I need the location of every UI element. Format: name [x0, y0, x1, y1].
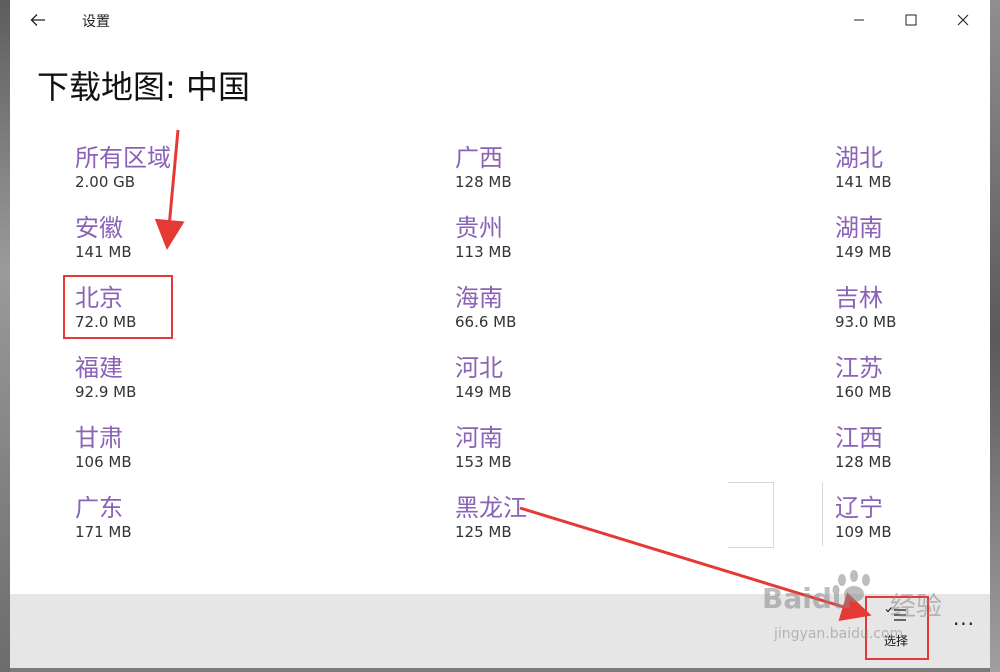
region-size: 113 MB: [455, 243, 512, 261]
region-name: 广东: [75, 494, 123, 522]
region-name: 海南: [455, 284, 503, 312]
region-item-jiangsu[interactable]: 江苏 160 MB: [835, 348, 975, 416]
region-name: 河南: [455, 424, 503, 452]
region-size: 160 MB: [835, 383, 892, 401]
region-name: 湖南: [835, 214, 883, 242]
watermark-url: jingyan.baidu.com: [774, 626, 904, 642]
region-size: 149 MB: [455, 383, 512, 401]
region-name: 吉林: [835, 284, 883, 312]
title-bar: 设置: [10, 0, 990, 40]
region-name: 广西: [455, 144, 503, 172]
focus-outline-remnant: [822, 482, 833, 546]
region-name: 福建: [75, 354, 123, 382]
region-name: 黑龙江: [455, 494, 527, 522]
region-size: 93.0 MB: [835, 313, 897, 331]
minimize-icon: [854, 19, 864, 21]
back-button[interactable]: [18, 0, 58, 40]
region-size: 153 MB: [455, 453, 512, 471]
desktop-background-right: [990, 0, 1000, 672]
region-size: 128 MB: [835, 453, 892, 471]
watermark-brand-cn: 经验: [890, 592, 943, 622]
region-item-hubei[interactable]: 湖北 141 MB: [835, 138, 975, 206]
settings-window: 设置 下载地图: 中国 所有区域 2.00 GB 安徽 141 MB 北京 72…: [10, 0, 990, 668]
minimize-button[interactable]: [836, 0, 882, 40]
region-item-heilongjiang[interactable]: 黑龙江 125 MB: [455, 488, 695, 556]
maximize-icon: [905, 14, 917, 26]
region-size: 128 MB: [455, 173, 512, 191]
close-button[interactable]: [940, 0, 986, 40]
region-size: 66.6 MB: [455, 313, 517, 331]
region-size: 125 MB: [455, 523, 512, 541]
region-item-gansu[interactable]: 甘肃 106 MB: [75, 418, 315, 486]
region-item-hunan[interactable]: 湖南 149 MB: [835, 208, 975, 276]
region-size: 2.00 GB: [75, 173, 136, 191]
close-icon: [957, 14, 969, 26]
region-name: 江苏: [835, 354, 883, 382]
region-size: 92.9 MB: [75, 383, 137, 401]
maximize-button[interactable]: [888, 0, 934, 40]
region-item-liaoning[interactable]: 辽宁 109 MB: [835, 488, 975, 556]
region-item-guangdong[interactable]: 广东 171 MB: [75, 488, 315, 556]
region-size: 141 MB: [75, 243, 132, 261]
annotation-highlight-beijing: [63, 275, 173, 339]
region-size: 149 MB: [835, 243, 892, 261]
region-size: 109 MB: [835, 523, 892, 541]
focus-outline-remnant: [728, 482, 774, 548]
region-name: 甘肃: [75, 424, 123, 452]
region-name: 安徽: [75, 214, 123, 242]
region-item-anhui[interactable]: 安徽 141 MB: [75, 208, 315, 276]
region-name: 辽宁: [835, 494, 883, 522]
region-name: 河北: [455, 354, 503, 382]
region-size: 106 MB: [75, 453, 132, 471]
desktop-background-left: [0, 0, 10, 672]
app-title: 设置: [82, 14, 110, 30]
region-size: 141 MB: [835, 173, 892, 191]
watermark-brand: Baidu: [762, 582, 852, 615]
page-title: 下载地图: 中国: [37, 68, 250, 106]
region-item-henan[interactable]: 河南 153 MB: [455, 418, 695, 486]
region-name: 江西: [835, 424, 883, 452]
region-item-guizhou[interactable]: 贵州 113 MB: [455, 208, 695, 276]
region-item-jiangxi[interactable]: 江西 128 MB: [835, 418, 975, 486]
region-name: 湖北: [835, 144, 883, 172]
region-item-hainan[interactable]: 海南 66.6 MB: [455, 278, 695, 346]
region-item-fujian[interactable]: 福建 92.9 MB: [75, 348, 315, 416]
region-name: 贵州: [455, 214, 503, 242]
region-item-guangxi[interactable]: 广西 128 MB: [455, 138, 695, 206]
baidu-jingyan-watermark: Baidu 经验 jingyan.baidu.com: [762, 560, 962, 660]
region-size: 171 MB: [75, 523, 132, 541]
region-name: 所有区域: [75, 144, 171, 172]
region-item-all[interactable]: 所有区域 2.00 GB: [75, 138, 315, 206]
back-arrow-icon: [30, 14, 45, 26]
region-item-hebei[interactable]: 河北 149 MB: [455, 348, 695, 416]
region-item-jilin[interactable]: 吉林 93.0 MB: [835, 278, 975, 346]
